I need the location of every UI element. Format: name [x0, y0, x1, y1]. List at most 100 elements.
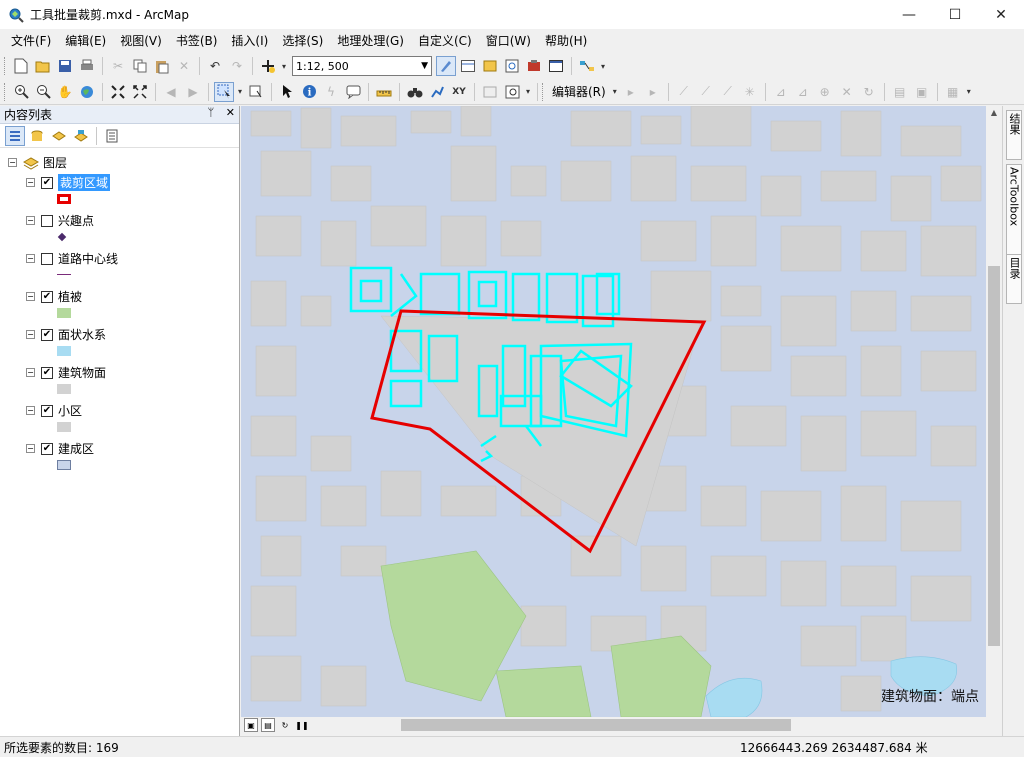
clear-selection-icon[interactable] — [246, 82, 266, 102]
rotate-tool-icon[interactable]: ↻ — [859, 82, 879, 102]
layer-row-community[interactable]: − ✔ 小区 — [26, 402, 82, 419]
toolbar-overflow-icon[interactable]: ▾ — [599, 56, 607, 76]
layer-row-buildings[interactable]: − ✔ 建筑物面 — [26, 364, 106, 381]
redo-icon[interactable]: ↷ — [227, 56, 247, 76]
menu-geoprocessing[interactable]: 地理处理(G) — [330, 29, 411, 53]
layer-row-built-up-area[interactable]: − ✔ 建成区 — [26, 440, 94, 457]
results-tab[interactable]: 结果 — [1006, 110, 1022, 160]
layers-root-node[interactable]: − 图层 — [8, 154, 67, 171]
collapse-icon[interactable]: − — [26, 254, 35, 263]
pin-icon[interactable]: ᛘ — [208, 106, 215, 119]
layer-visibility-checkbox[interactable]: ✔ — [41, 404, 53, 417]
select-elements-arrow-icon[interactable] — [277, 82, 297, 102]
list-by-drawing-order-icon[interactable] — [5, 125, 25, 146]
straight-segment-icon[interactable]: ⟋ — [674, 82, 694, 102]
delete-icon[interactable]: ✕ — [174, 56, 194, 76]
map-canvas[interactable] — [241, 106, 986, 717]
collapse-icon[interactable]: − — [8, 158, 17, 167]
list-by-visibility-icon[interactable] — [49, 126, 69, 146]
collapse-icon[interactable]: − — [26, 406, 35, 415]
time-slider-icon[interactable] — [480, 82, 500, 102]
layer-row-road-centerline[interactable]: − 道路中心线 — [26, 250, 118, 267]
pause-drawing-icon[interactable]: ❚❚ — [295, 718, 309, 732]
layer-symbol-swatch[interactable] — [57, 460, 71, 470]
map-display[interactable]: 建筑物面：端点 — [241, 106, 986, 717]
reshape-feature-icon[interactable]: ⊿ — [793, 82, 813, 102]
select-features-dropdown-icon[interactable]: ▾ — [236, 82, 244, 102]
editor-menu[interactable]: 编辑器(R) — [552, 83, 606, 100]
scrollbar-thumb[interactable] — [988, 266, 1000, 646]
print-icon[interactable] — [77, 56, 97, 76]
collapse-icon[interactable]: − — [26, 178, 35, 187]
split-tool-icon[interactable]: ✕ — [837, 82, 857, 102]
layer-visibility-checkbox[interactable]: ✔ — [41, 176, 53, 189]
catalog-window-icon[interactable] — [480, 56, 500, 76]
layer-row-poi[interactable]: − 兴趣点 — [26, 212, 94, 229]
menu-insert[interactable]: 插入(I) — [224, 29, 275, 53]
layer-symbol-swatch[interactable] — [57, 274, 71, 275]
new-document-icon[interactable] — [11, 56, 31, 76]
list-by-selection-icon[interactable] — [71, 126, 91, 146]
layer-symbol-swatch[interactable] — [57, 194, 71, 204]
menu-file[interactable]: 文件(F) — [4, 29, 58, 53]
search-window-icon[interactable] — [502, 56, 522, 76]
full-extent-globe-icon[interactable] — [77, 82, 97, 102]
menu-help[interactable]: 帮助(H) — [538, 29, 594, 53]
collapse-icon[interactable]: − — [26, 444, 35, 453]
toolbar-grip[interactable] — [4, 57, 7, 75]
layer-visibility-checkbox[interactable] — [41, 214, 53, 227]
maximize-button[interactable]: ☐ — [932, 0, 978, 29]
hyperlink-icon[interactable]: ϟ — [321, 82, 341, 102]
collapse-icon[interactable]: − — [26, 368, 35, 377]
layer-row-clip-area[interactable]: − ✔ 裁剪区域 — [26, 174, 111, 191]
layer-visibility-checkbox[interactable]: ✔ — [41, 328, 53, 341]
menu-selection[interactable]: 选择(S) — [275, 29, 330, 53]
toolbar-overflow-icon[interactable]: ▾ — [965, 82, 973, 102]
sketch-properties-icon[interactable]: ▣ — [912, 82, 932, 102]
collapse-icon[interactable]: − — [26, 330, 35, 339]
attributes-icon[interactable]: ▤ — [890, 82, 910, 102]
end-point-arc-icon[interactable]: ⟋ — [696, 82, 716, 102]
menu-bookmarks[interactable]: 书签(B) — [169, 29, 225, 53]
html-popup-icon[interactable] — [343, 82, 363, 102]
find-binoculars-icon[interactable] — [405, 82, 425, 102]
go-to-xy-icon[interactable]: XY — [449, 82, 469, 102]
scrollbar-thumb[interactable] — [401, 719, 791, 731]
edit-vertices-icon[interactable]: ⊿ — [771, 82, 791, 102]
zoom-out-icon[interactable] — [33, 82, 53, 102]
toolbar-grip[interactable] — [542, 82, 545, 101]
add-data-icon[interactable] — [258, 56, 278, 76]
fixed-zoom-in-icon[interactable] — [108, 82, 128, 102]
table-of-contents-icon[interactable] — [458, 56, 478, 76]
menu-windows[interactable]: 窗口(W) — [479, 29, 538, 53]
create-features-icon[interactable]: ▦ — [943, 82, 963, 102]
map-scale-combobox[interactable]: 1:12, 500 ▼ — [292, 56, 432, 76]
identify-icon[interactable]: i — [299, 82, 319, 102]
catalog-tab[interactable]: 目录 — [1006, 254, 1022, 304]
editor-toolbar-icon[interactable] — [436, 56, 456, 76]
add-data-dropdown-icon[interactable]: ▾ — [280, 56, 288, 76]
cut-polygons-icon[interactable]: ⊕ — [815, 82, 835, 102]
list-by-source-icon[interactable] — [27, 126, 47, 146]
layer-visibility-checkbox[interactable]: ✔ — [41, 442, 53, 455]
layer-symbol-swatch[interactable] — [57, 384, 71, 394]
layer-symbol-swatch[interactable] — [57, 346, 71, 356]
arctoolbox-icon[interactable] — [524, 56, 544, 76]
layer-symbol-swatch[interactable] — [57, 308, 71, 318]
layer-symbol-swatch[interactable] — [57, 232, 67, 242]
layer-row-water[interactable]: − ✔ 面状水系 — [26, 326, 106, 343]
menu-view[interactable]: 视图(V) — [113, 29, 169, 53]
toc-options-icon[interactable] — [102, 126, 122, 146]
collapse-icon[interactable]: − — [26, 216, 35, 225]
toolbar-overflow-icon[interactable]: ▾ — [524, 82, 532, 102]
paste-icon[interactable] — [152, 56, 172, 76]
menu-customize[interactable]: 自定义(C) — [411, 29, 479, 53]
measure-icon[interactable] — [374, 82, 394, 102]
map-vertical-scrollbar[interactable]: ▲ — [986, 106, 1002, 717]
pan-hand-icon[interactable]: ✋ — [55, 82, 75, 102]
close-button[interactable]: ✕ — [978, 0, 1024, 29]
python-window-icon[interactable] — [546, 56, 566, 76]
fixed-zoom-out-icon[interactable] — [130, 82, 150, 102]
layer-row-vegetation[interactable]: − ✔ 植被 — [26, 288, 82, 305]
zoom-in-icon[interactable] — [11, 82, 31, 102]
